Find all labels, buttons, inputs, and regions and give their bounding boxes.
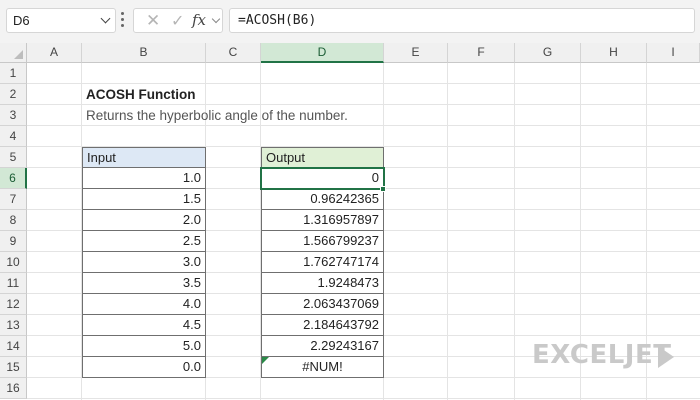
row-header-12[interactable]: 12 <box>0 294 27 315</box>
chevron-down-icon[interactable] <box>100 13 111 24</box>
output-cell[interactable]: 1.762747174 <box>261 252 384 273</box>
chevron-down-icon[interactable] <box>211 14 221 24</box>
formula-text: =ACOSH(B6) <box>238 13 317 28</box>
sheet-title: ACOSH Function <box>86 87 196 102</box>
more-options-icon[interactable] <box>121 12 124 29</box>
fill-handle[interactable] <box>380 186 386 192</box>
active-cell-border <box>260 167 385 190</box>
output-header[interactable]: Output <box>261 147 384 168</box>
input-cell[interactable]: 3.0 <box>82 252 206 273</box>
input-cell[interactable]: 1.5 <box>82 189 206 210</box>
column-header-i[interactable]: I <box>647 43 700 63</box>
output-cell[interactable]: 2.184643792 <box>261 315 384 336</box>
exceljet-logo-mark-icon <box>658 346 674 368</box>
name-box[interactable]: D6 <box>6 8 116 33</box>
column-header-a[interactable]: A <box>27 43 82 63</box>
exceljet-logo: EXCELJET <box>532 340 672 370</box>
column-header-b[interactable]: B <box>82 43 206 63</box>
gridline <box>27 83 700 84</box>
column-header-h[interactable]: H <box>581 43 647 63</box>
input-cell[interactable]: 5.0 <box>82 336 206 357</box>
select-all-button[interactable] <box>0 43 27 63</box>
gridline <box>514 63 515 400</box>
name-box-value: D6 <box>13 13 30 28</box>
row-header-2[interactable]: 2 <box>0 84 27 105</box>
column-header-f[interactable]: F <box>448 43 515 63</box>
input-cell[interactable]: 4.0 <box>82 294 206 315</box>
check-icon[interactable]: ✓ <box>171 11 184 31</box>
gridline <box>27 104 700 105</box>
sheet-subtitle: Returns the hyperbolic angle of the numb… <box>86 108 348 123</box>
column-header-c[interactable]: C <box>206 43 261 63</box>
output-cell-error[interactable]: #NUM! <box>261 357 384 378</box>
gridline <box>27 125 700 126</box>
column-header-g[interactable]: G <box>515 43 581 63</box>
row-header-4[interactable]: 4 <box>0 126 27 147</box>
row-header-3[interactable]: 3 <box>0 105 27 126</box>
column-header-d[interactable]: D <box>261 43 384 63</box>
gridline <box>27 398 700 399</box>
close-icon[interactable]: ✕ <box>146 11 160 31</box>
row-header-1[interactable]: 1 <box>0 63 27 84</box>
insert-function-button[interactable]: fx <box>192 11 206 29</box>
row-header-10[interactable]: 10 <box>0 252 27 273</box>
row-header-7[interactable]: 7 <box>0 189 27 210</box>
row-header-15[interactable]: 15 <box>0 357 27 378</box>
error-indicator-icon[interactable] <box>262 357 269 364</box>
output-cell[interactable]: 1.566799237 <box>261 231 384 252</box>
row-header-11[interactable]: 11 <box>0 273 27 294</box>
output-cell[interactable]: 2.29243167 <box>261 336 384 357</box>
formula-controls: ✕ ✓ fx <box>133 8 223 33</box>
input-header[interactable]: Input <box>82 147 206 168</box>
input-cell[interactable]: 0.0 <box>82 357 206 378</box>
output-cell[interactable]: 2.063437069 <box>261 294 384 315</box>
formula-input[interactable]: =ACOSH(B6) <box>229 8 695 33</box>
input-cell[interactable]: 1.0 <box>82 168 206 189</box>
row-header-6[interactable]: 6 <box>0 168 27 189</box>
row-header-5[interactable]: 5 <box>0 147 27 168</box>
row-header-13[interactable]: 13 <box>0 315 27 336</box>
output-cell[interactable]: 0.96242365 <box>261 189 384 210</box>
row-header-9[interactable]: 9 <box>0 231 27 252</box>
input-cell[interactable]: 4.5 <box>82 315 206 336</box>
input-cell[interactable]: 2.0 <box>82 210 206 231</box>
output-cell[interactable]: 1.316957897 <box>261 210 384 231</box>
output-cell[interactable]: 1.9248473 <box>261 273 384 294</box>
formula-bar: D6 ✕ ✓ fx =ACOSH(B6) <box>0 0 700 43</box>
row-header-8[interactable]: 8 <box>0 210 27 231</box>
input-cell[interactable]: 3.5 <box>82 273 206 294</box>
row-header-14[interactable]: 14 <box>0 336 27 357</box>
row-header-16[interactable]: 16 <box>0 378 27 399</box>
column-header-e[interactable]: E <box>384 43 448 63</box>
input-cell[interactable]: 2.5 <box>82 231 206 252</box>
gridline <box>447 63 448 400</box>
